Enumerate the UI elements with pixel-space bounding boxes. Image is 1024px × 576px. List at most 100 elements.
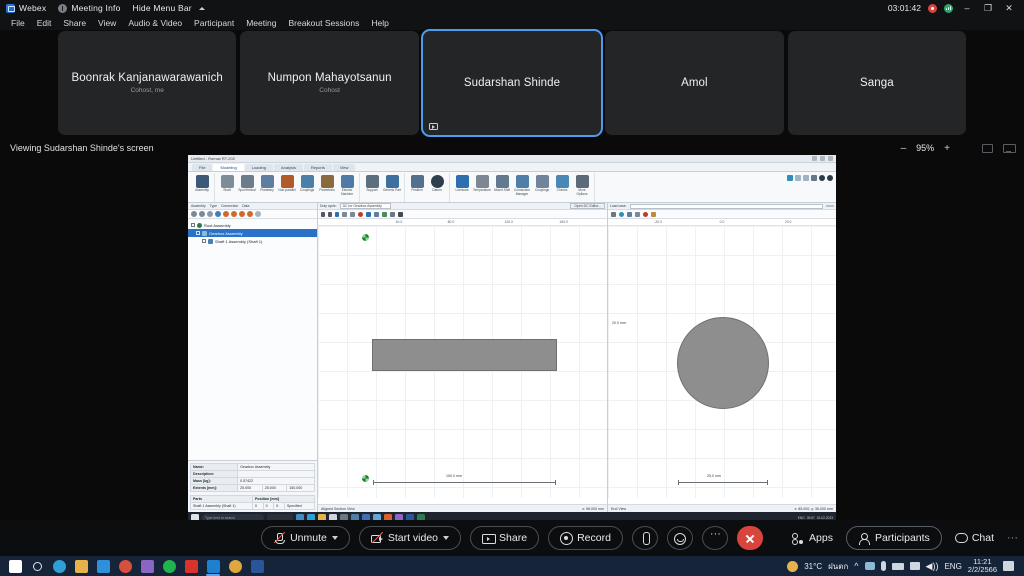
axis-x-icon[interactable] <box>321 211 325 217</box>
expand-toggle-icon[interactable] <box>191 223 195 227</box>
tree-row-root-assembly[interactable]: Root Assembly <box>188 221 317 229</box>
load-case-select[interactable] <box>629 203 823 209</box>
ribbon-button-datum[interactable]: Datum <box>428 173 446 193</box>
ribbon-button-support[interactable]: Support <box>363 173 381 193</box>
input-language[interactable]: ENG <box>944 562 961 571</box>
minimize-button[interactable]: – <box>960 0 974 16</box>
gear-tool-icon-3[interactable] <box>239 211 245 217</box>
participant-tile-sudarshan[interactable]: Sudarshan Shinde <box>422 31 602 135</box>
section-icon[interactable] <box>358 211 363 217</box>
record-dot-icon[interactable] <box>928 3 937 13</box>
end-call-button[interactable] <box>736 526 763 550</box>
ribbon-button-generic-part[interactable]: Generic Part <box>383 173 401 193</box>
cad-tab-analysis[interactable]: Analysis <box>273 164 303 171</box>
ribbon-button-couplings[interactable]: Couplings <box>298 173 316 193</box>
expand-toggle-icon[interactable] <box>196 231 200 235</box>
load-case-button[interactable] <box>826 205 834 207</box>
mail-icon[interactable] <box>92 556 114 576</box>
ribbon-button-more-options[interactable]: More Options <box>573 173 591 196</box>
ribbon-button-electric-machine[interactable]: Electric Machine <box>338 173 356 196</box>
menu-item-file[interactable]: File <box>5 16 31 30</box>
mesh-icon[interactable] <box>627 211 632 217</box>
ribbon-icon-3[interactable] <box>803 175 809 181</box>
ribbon-button-connection-manager[interactable]: Connection Manager <box>513 173 531 196</box>
hide-menu-bar-button[interactable]: Hide Menu Bar <box>127 3 211 13</box>
unmute-button[interactable]: Unmute <box>261 526 350 550</box>
expand-toggle-icon[interactable] <box>202 239 206 243</box>
cad-tab-reports[interactable]: Reports <box>303 164 332 171</box>
cad-tab-file[interactable]: File <box>192 164 213 171</box>
word-icon[interactable] <box>246 556 268 576</box>
tree-tab-data[interactable]: Data <box>242 204 249 208</box>
onenote-icon[interactable] <box>136 556 158 576</box>
tree-row-gearbox-assembly[interactable]: Gearbox Assembly <box>188 229 317 237</box>
chat-button[interactable]: Chat <box>951 532 998 544</box>
pan-tool-icon[interactable] <box>199 211 205 217</box>
cad-tab-view[interactable]: View <box>332 164 356 171</box>
zoom-in-button[interactable]: + <box>944 143 950 154</box>
chevron-up-icon[interactable]: ^ <box>854 561 858 571</box>
cad-canvas-end-view[interactable]: 20.0 mm 25.0 mm <box>608 226 836 498</box>
rotate-icon[interactable] <box>342 211 347 217</box>
meeting-info-button[interactable]: Meeting Info <box>52 3 126 13</box>
tree-row-shaft1-assembly[interactable]: Shaft 1 Assembly (Shaft 1) <box>188 237 317 245</box>
close-button[interactable]: ✕ <box>1002 0 1016 16</box>
ribbon-button-powertrain[interactable]: Powertrain <box>318 173 336 193</box>
gear-tool-icon-4[interactable] <box>247 211 253 217</box>
edge-browser-icon[interactable] <box>48 556 70 576</box>
table-row[interactable]: Shaft 1 Assembly (Shaft 1) 0 0 0 Specifi… <box>190 502 316 510</box>
file-explorer-icon[interactable] <box>70 556 92 576</box>
participant-tile-amol[interactable]: Amol <box>605 31 784 135</box>
tree-tab-assembly[interactable]: Assembly <box>191 204 206 208</box>
more-options-button[interactable] <box>701 526 728 550</box>
list-icon[interactable] <box>398 211 403 217</box>
ribbon-button-lubricant[interactable]: Lubricant <box>453 173 471 193</box>
menu-item-view[interactable]: View <box>92 16 122 30</box>
ribbon-button-planetary[interactable]: Planetary <box>258 173 276 193</box>
menu-item-breakout-sessions[interactable]: Breakout Sessions <box>282 16 365 30</box>
ribbon-button-assembly[interactable]: Assembly <box>193 173 211 193</box>
search-icon[interactable] <box>26 556 48 576</box>
weather-sun-icon[interactable] <box>787 560 799 572</box>
viewport-section-view[interactable]: Duty cycle: DC for Gearbox Assembly Open… <box>318 203 608 512</box>
menu-item-participant[interactable]: Participant <box>188 16 240 30</box>
start-button-icon[interactable] <box>4 556 26 576</box>
viewport-end-view[interactable]: Load case: -20.0 0.0 20.0 20.0 mm 25.0 m… <box>608 203 836 512</box>
nodes-icon[interactable] <box>635 211 640 217</box>
chevron-down-icon[interactable] <box>331 536 338 540</box>
cad-window-controls[interactable] <box>812 156 833 161</box>
display-icon[interactable] <box>382 211 387 217</box>
microphone-icon[interactable] <box>880 561 886 571</box>
menu-item-edit[interactable]: Edit <box>31 16 58 30</box>
tree-tab-type[interactable]: Type <box>210 204 217 208</box>
participants-button[interactable]: Participants <box>845 526 942 550</box>
zoom-out-button[interactable]: – <box>901 143 907 154</box>
help-icon[interactable] <box>819 175 825 181</box>
share-screen-icon[interactable] <box>982 143 993 153</box>
view-orientation-icon[interactable] <box>611 211 616 217</box>
zoom-tool-icon[interactable] <box>191 211 197 217</box>
shaft-cross-section-geometry[interactable] <box>677 317 769 409</box>
delete-tool-icon[interactable] <box>255 211 261 217</box>
perpendicular-icon[interactable] <box>350 211 355 217</box>
battery-icon[interactable] <box>891 562 904 570</box>
cad-tab-loading[interactable]: Loading <box>244 164 273 171</box>
menu-item-meeting[interactable]: Meeting <box>240 16 282 30</box>
ribbon-button-spur-helical[interactable]: Spur/Helical <box>238 173 256 193</box>
expand-tool-icon[interactable] <box>215 211 221 217</box>
chevron-down-icon[interactable] <box>443 536 450 540</box>
participant-tile-numpon[interactable]: Numpon Mahayotsanun Cohost <box>240 31 419 135</box>
open-dc-editor-button[interactable]: Open DC Editor... <box>570 203 605 209</box>
reactions-button[interactable] <box>666 526 693 550</box>
shading-icon[interactable] <box>619 211 624 217</box>
ribbon-icon-4[interactable] <box>811 175 817 181</box>
ribbon-button-non-parallel[interactable]: Non-parallel <box>278 173 296 193</box>
network-icon[interactable] <box>909 562 920 570</box>
gear-tool-icon-1[interactable] <box>223 211 229 217</box>
maximize-button[interactable]: ❐ <box>981 0 995 16</box>
romax-app-icon[interactable] <box>224 556 246 576</box>
zoom-fit-icon[interactable] <box>390 211 395 217</box>
ribbon-button-temperature[interactable]: Temperature <box>473 173 491 193</box>
filter-tool-icon[interactable] <box>207 211 213 217</box>
attach-button[interactable] <box>631 526 658 550</box>
